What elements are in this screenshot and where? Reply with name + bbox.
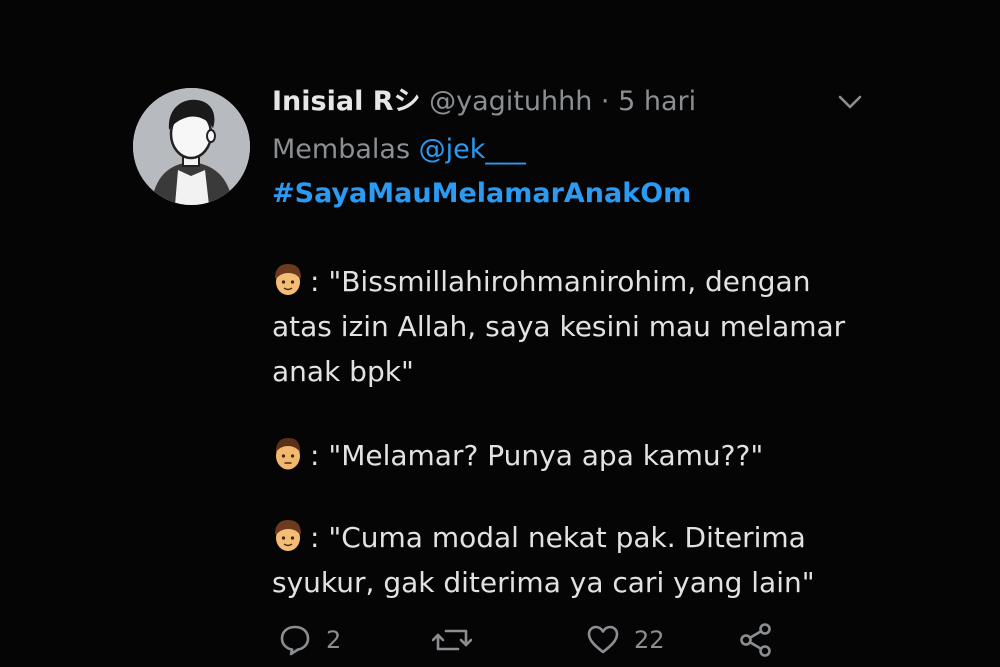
boy-emoji-icon xyxy=(275,520,301,551)
dialogue-text: : "Cuma modal nekat pak. Diterima xyxy=(310,521,806,554)
avatar[interactable] xyxy=(133,88,250,205)
hashtag-link[interactable]: #SayaMauMelamarAnakOm xyxy=(272,176,691,212)
dialogue-text: : "Melamar? Punya apa kamu??" xyxy=(310,439,764,472)
tweet-header: Inisial Rシ @yagituhhh · 5 hari xyxy=(272,84,696,120)
reply-button[interactable]: 2 xyxy=(278,620,341,660)
tweet: Inisial Rシ @yagituhhh · 5 hari Membalas … xyxy=(0,0,1000,667)
user-handle[interactable]: @yagituhhh xyxy=(429,86,592,117)
retweet-icon xyxy=(432,629,472,651)
tweet-timestamp[interactable]: 5 hari xyxy=(618,86,696,117)
dialogue-line: anak bpk" xyxy=(272,355,414,388)
dialogue-line: : "Bissmillahirohmanirohim, dengan xyxy=(272,262,810,302)
tweet-actions: 2 22 xyxy=(0,620,1000,660)
dialogue-line: : "Cuma modal nekat pak. Diterima xyxy=(272,518,806,558)
dialogue-line: atas izin Allah, saya kesini mau melamar xyxy=(272,310,846,343)
like-button[interactable]: 22 xyxy=(586,620,665,660)
reply-icon xyxy=(280,625,310,656)
share-button[interactable] xyxy=(738,620,774,660)
dialogue-line: : "Melamar? Punya apa kamu??" xyxy=(272,436,763,476)
dialogue-line: syukur, gak diterima ya cari yang lain" xyxy=(272,566,815,599)
avatar-illustration xyxy=(133,88,250,205)
display-name[interactable]: Inisial Rシ xyxy=(272,86,421,117)
separator-dot: · xyxy=(600,86,610,117)
replying-to-label: Membalas xyxy=(272,134,411,165)
like-count: 22 xyxy=(634,626,665,654)
reply-count: 2 xyxy=(326,626,342,654)
reply-mention-link[interactable]: @jek___ xyxy=(419,134,526,165)
chevron-down-icon[interactable] xyxy=(836,92,864,112)
retweet-button[interactable] xyxy=(432,620,486,660)
heart-icon xyxy=(587,625,619,654)
boy-emoji-icon xyxy=(275,264,301,295)
dialogue-text: : "Bissmillahirohmanirohim, dengan xyxy=(310,265,811,298)
man-emoji-icon xyxy=(276,438,300,470)
share-icon xyxy=(740,623,771,657)
replying-to: Membalas @jek___ xyxy=(272,132,526,168)
